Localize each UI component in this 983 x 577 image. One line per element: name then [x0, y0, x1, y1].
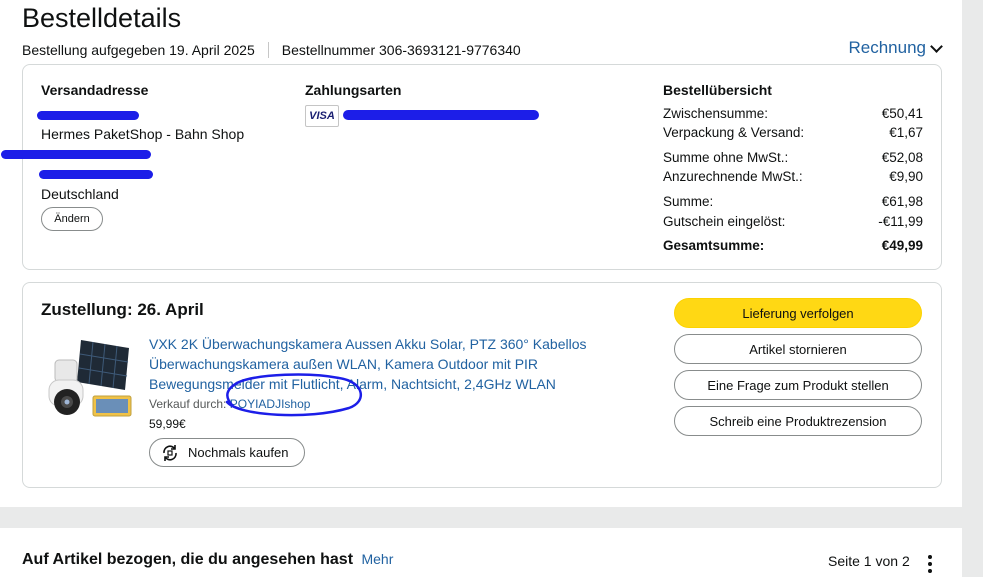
track-package-button[interactable]: Lieferung verfolgen — [674, 298, 922, 328]
product-price: 59,99€ — [149, 417, 186, 431]
pager-indicator: Seite 1 von 2 — [828, 553, 910, 569]
summary-label: Summe ohne MwSt.: — [663, 150, 789, 165]
delivery-heading: Zustellung: 26. April — [41, 300, 204, 319]
summary-row: Summe: €61,98 — [663, 194, 923, 209]
chevron-down-icon — [930, 39, 943, 53]
hand-drawn-circle — [225, 373, 363, 417]
summary-value: €49,99 — [881, 238, 923, 253]
page-title: Bestelldetails — [22, 3, 182, 33]
more-options-icon[interactable] — [928, 555, 932, 573]
order-details-page: Bestelldetails Bestellung aufgegeben 19.… — [0, 0, 962, 507]
related-title: Auf Artikel bezogen, die du angesehen ha… — [22, 551, 354, 568]
summary-value: €9,90 — [889, 169, 923, 184]
product-image[interactable] — [45, 338, 135, 423]
change-address-button[interactable]: Ändern — [41, 207, 103, 231]
summary-label: Summe: — [663, 194, 714, 209]
ask-question-button[interactable]: Eine Frage zum Produkt stellen — [674, 370, 922, 400]
summary-label: Gutschein eingelöst: — [663, 214, 786, 229]
meta-divider — [267, 42, 269, 58]
order-meta: Bestellung aufgegeben 19. April 2025 Bes… — [22, 42, 521, 58]
order-date: Bestellung aufgegeben 19. April 2025 — [22, 42, 255, 58]
summary-row: Anzurechnende MwSt.: €9,90 — [663, 169, 923, 184]
visa-card-icon: VISA — [305, 105, 339, 127]
summary-row: Zwischensumme: €50,41 — [663, 106, 923, 121]
redaction-scribble — [1, 150, 151, 159]
redaction-scribble — [343, 110, 539, 120]
shipping-line: Hermes PaketShop - Bahn Shop — [41, 126, 245, 142]
summary-label: Gesamtsumme: — [663, 238, 765, 253]
buy-again-label: Nochmals kaufen — [188, 445, 289, 460]
payment-heading: Zahlungsarten — [305, 82, 402, 98]
order-info-card: Versandadresse Hermes PaketShop - Bahn S… — [1, 64, 942, 270]
summary-label: Verpackung & Versand: — [663, 125, 805, 140]
summary-value: €52,08 — [881, 150, 923, 165]
cancel-item-button[interactable]: Artikel stornieren — [674, 334, 922, 364]
summary-heading: Bestellübersicht — [663, 82, 772, 98]
summary-value: €1,67 — [889, 125, 923, 140]
summary-row: Summe ohne MwSt.: €52,08 — [663, 150, 923, 165]
invoice-label: Rechnung — [848, 38, 926, 57]
summary-label: Zwischensumme: — [663, 106, 769, 121]
summary-value: €50,41 — [881, 106, 923, 121]
delivery-card: Zustellung: 26. April VXK 2K Überwachung… — [22, 282, 942, 488]
invoice-dropdown[interactable]: Rechnung — [848, 38, 943, 58]
order-number: Bestellnummer 306-3693121-9776340 — [281, 42, 521, 58]
summary-value: €61,98 — [881, 194, 923, 209]
summary-total-row: Gesamtsumme: €49,99 — [663, 238, 923, 253]
summary-row: Verpackung & Versand: €1,67 — [663, 125, 923, 140]
summary-row: Gutschein eingelöst: -€11,99 — [663, 214, 923, 229]
reorder-icon — [163, 444, 177, 461]
redaction-scribble — [39, 170, 153, 179]
shipping-country: Deutschland — [41, 186, 119, 202]
summary-label: Anzurechnende MwSt.: — [663, 169, 803, 184]
more-link[interactable]: Mehr — [361, 551, 393, 567]
sold-by-label: Verkauf durch: — [149, 397, 227, 411]
related-heading: Auf Artikel bezogen, die du angesehen ha… — [22, 551, 393, 569]
summary-value: -€11,99 — [878, 214, 923, 229]
redaction-scribble — [37, 111, 139, 120]
buy-again-button[interactable]: Nochmals kaufen — [149, 438, 305, 467]
shipping-heading: Versandadresse — [41, 82, 149, 98]
write-review-button[interactable]: Schreib eine Produktrezension — [674, 406, 922, 436]
page-gutter — [962, 0, 983, 577]
